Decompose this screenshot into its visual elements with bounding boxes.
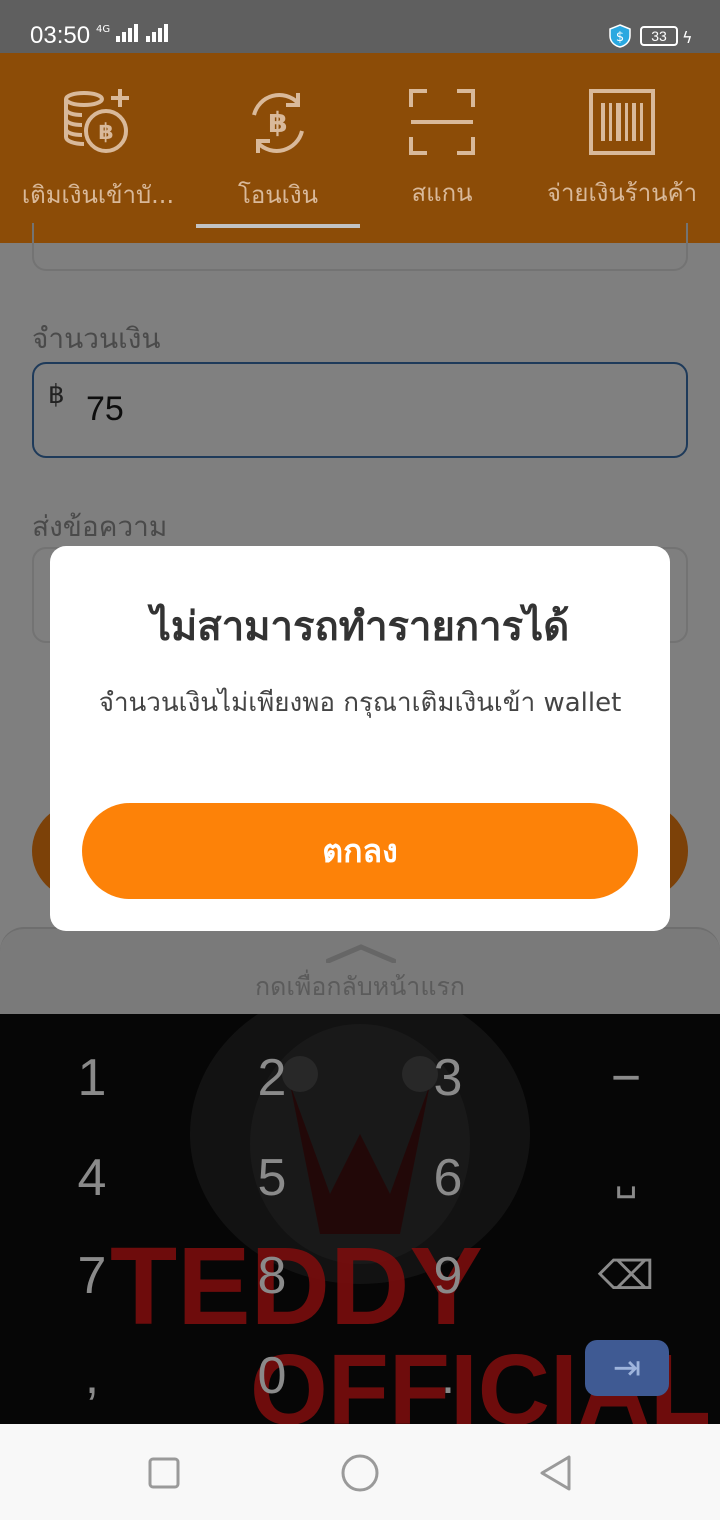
tab-pay-merchant-label: จ่ายเงินร้านค้า (546, 179, 698, 207)
tab-transfer-label: โอนเงิน (237, 181, 319, 209)
battery-icon: 33 (640, 26, 678, 46)
back-triangle-icon[interactable] (531, 1448, 581, 1498)
key-2[interactable]: 2 (212, 1038, 332, 1118)
network-type: 4G (96, 24, 111, 35)
tab-top-up-label: เติมเงินเข้าบั... (21, 181, 175, 209)
key-3[interactable]: 3 (388, 1038, 508, 1118)
error-dialog: ไม่สามารถทำรายการได้ จำนวนเงินไม่เพียงพอ… (50, 546, 670, 931)
tab-top-up[interactable]: ฿ เติมเงินเข้าบั... (0, 53, 196, 243)
system-nav-bar (0, 1424, 720, 1520)
message-label: ส่งข้อความ (32, 510, 168, 543)
tab-scan[interactable]: สแกน (360, 53, 524, 243)
scan-frame-icon (409, 89, 475, 155)
key-5[interactable]: 5 (212, 1138, 332, 1218)
amount-input[interactable]: ฿ 75 (32, 362, 688, 458)
baht-icon: ฿ (48, 380, 65, 410)
back-home-panel[interactable]: กดเพื่อกลับหน้าแรก (0, 927, 720, 1027)
top-nav: ฿ เติมเงินเข้าบั... ฿ โอนเงิน สแกน จ่ายเ… (0, 53, 720, 243)
charging-icon: ϟ (682, 28, 693, 47)
numeric-keyboard: TEDDY OFFICIAL 1 2 3 − 4 5 6 ␣ 7 8 9 ⌫ ,… (0, 1014, 720, 1424)
backspace-icon[interactable]: ⌫ (566, 1236, 686, 1316)
svg-text:฿: ฿ (268, 106, 287, 139)
ok-button[interactable]: ตกลง (82, 803, 638, 899)
key-4[interactable]: 4 (32, 1138, 152, 1218)
key-comma[interactable]: , (32, 1336, 152, 1416)
chevron-up-icon (326, 944, 396, 963)
key-space[interactable]: ␣ (566, 1138, 686, 1218)
tab-transfer[interactable]: ฿ โอนเงิน (196, 53, 360, 243)
signal-icon: 4G (96, 24, 169, 42)
coins-plus-icon: ฿ (64, 89, 129, 153)
status-time: 03:50 (30, 22, 91, 49)
dialog-message: จำนวนเงินไม่เพียงพอ กรุณาเติมเงินเข้า wa… (98, 688, 622, 718)
key-minus[interactable]: − (566, 1038, 686, 1118)
key-1[interactable]: 1 (32, 1038, 152, 1118)
amount-label: จำนวนเงิน (32, 322, 161, 355)
key-6[interactable]: 6 (388, 1138, 508, 1218)
svg-text:$: $ (616, 30, 624, 45)
dialog-title: ไม่สามารถทำรายการได้ (150, 604, 570, 650)
barcode-icon (589, 89, 655, 155)
key-0[interactable]: 0 (212, 1336, 332, 1416)
key-8[interactable]: 8 (212, 1236, 332, 1316)
svg-text:฿: ฿ (98, 120, 113, 145)
next-field-icon[interactable]: ⇥ (585, 1340, 669, 1396)
back-home-label: กดเพื่อกลับหน้าแรก (254, 972, 466, 1001)
recents-square-icon[interactable] (139, 1448, 189, 1498)
key-9[interactable]: 9 (388, 1236, 508, 1316)
key-7[interactable]: 7 (32, 1236, 152, 1316)
recipient-field[interactable] (32, 223, 688, 271)
shield-icon: $ (609, 24, 631, 48)
tab-scan-label: สแกน (411, 179, 473, 207)
amount-value: 75 (86, 390, 124, 428)
status-bar: 03:50 4G $ 33 ϟ (0, 0, 720, 53)
home-circle-icon[interactable] (335, 1448, 385, 1498)
tab-pay-merchant[interactable]: จ่ายเงินร้านค้า (524, 53, 720, 243)
key-period[interactable]: . (388, 1336, 508, 1416)
baht-transfer-icon: ฿ (252, 93, 304, 153)
